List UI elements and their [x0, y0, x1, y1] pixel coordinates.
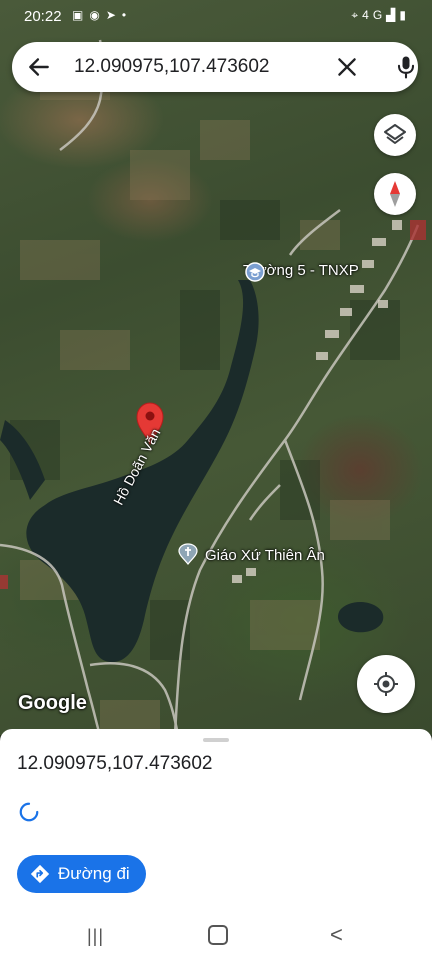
school-icon: [245, 262, 265, 282]
location-icon: ⌖: [351, 8, 363, 22]
4g-icon: 4G: [362, 8, 387, 22]
signal-icon: ▟: [386, 8, 400, 22]
compass-icon: [390, 181, 400, 207]
farm-fields: [20, 60, 390, 730]
satellite-imagery: [0, 39, 426, 735]
directions-icon: [30, 864, 50, 884]
dot-icon: •: [121, 8, 133, 22]
image-icon: ▣: [72, 8, 90, 22]
loading-spinner-icon: [19, 802, 39, 822]
directions-label: Đường đi: [58, 864, 130, 883]
map-view[interactable]: Trường 5 - TNXP Giáo Xứ Thiên Ân Hồ Doãn…: [0, 0, 432, 735]
place-name: Giáo Xứ Thiên Ân: [205, 547, 325, 564]
sheet-drag-handle[interactable]: [203, 738, 229, 742]
layers-icon: [384, 124, 406, 144]
status-time: 20:22: [24, 8, 62, 25]
arrow-back-icon[interactable]: [26, 54, 52, 80]
place-label-church[interactable]: Giáo Xứ Thiên Ân: [178, 543, 325, 565]
recent-apps-button[interactable]: |||: [87, 926, 104, 947]
sheet-coordinates: 12.090975,107.473602: [17, 753, 213, 774]
system-icons: ⌖4G▟▮: [351, 8, 410, 23]
place-sheet[interactable]: 12.090975,107.473602 Đường đi: [0, 729, 432, 919]
google-attribution: Google: [18, 692, 87, 714]
pond-water: [337, 601, 384, 633]
notification-icons: ▣◉➤•: [72, 8, 132, 22]
compass-button[interactable]: [374, 173, 416, 215]
close-icon[interactable]: [334, 54, 360, 80]
status-bar: 20:22 ▣◉➤• ⌖4G▟▮: [0, 0, 432, 34]
back-button[interactable]: <: [330, 922, 343, 948]
layers-button[interactable]: [374, 114, 416, 156]
place-label-school[interactable]: Trường 5 - TNXP: [243, 262, 359, 282]
church-icon: [178, 543, 198, 565]
my-location-icon: [374, 672, 398, 696]
send-icon: ➤: [105, 8, 122, 22]
my-location-button[interactable]: [357, 655, 415, 713]
battery-icon: ▮: [399, 8, 410, 22]
search-bar[interactable]: 12.090975,107.473602: [12, 42, 418, 92]
messenger-icon: ◉: [89, 8, 106, 22]
system-nav-bar: ||| <: [0, 919, 432, 960]
mic-icon[interactable]: [392, 53, 420, 81]
home-button[interactable]: [208, 925, 228, 945]
search-query[interactable]: 12.090975,107.473602: [74, 56, 269, 78]
directions-button[interactable]: Đường đi: [17, 855, 146, 893]
